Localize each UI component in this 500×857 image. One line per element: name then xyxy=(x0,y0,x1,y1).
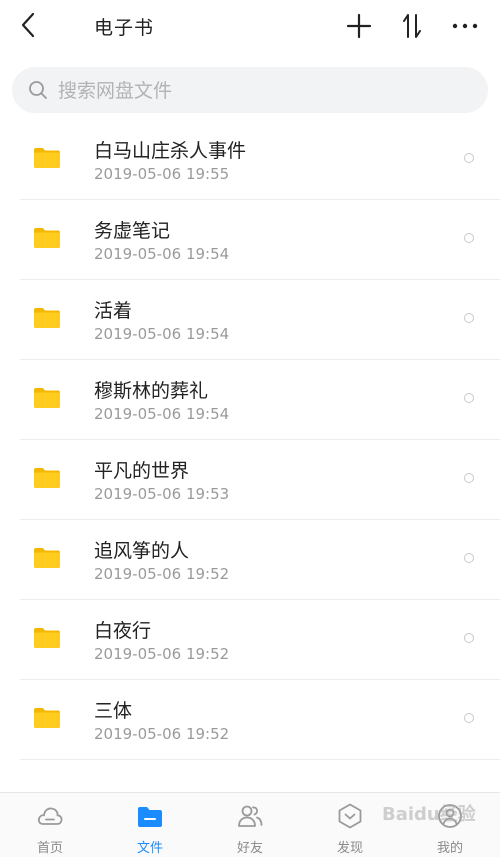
file-row[interactable]: 务虚笔记 2019-05-06 19:54 xyxy=(0,200,500,280)
search-input[interactable] xyxy=(56,76,480,106)
folder-icon xyxy=(34,148,60,168)
tab-label: 首页 xyxy=(36,841,63,856)
file-name: 活着 xyxy=(94,300,133,322)
back-icon[interactable] xyxy=(14,10,44,40)
file-date: 2019-05-06 19:54 xyxy=(94,405,230,423)
file-row[interactable]: 穆斯林的葬礼 2019-05-06 19:54 xyxy=(0,360,500,440)
friends-icon xyxy=(238,805,263,827)
tab-label: 文件 xyxy=(136,841,163,856)
folder-icon xyxy=(34,548,60,568)
select-radio[interactable] xyxy=(464,633,474,643)
search-icon xyxy=(29,81,47,99)
file-name: 白夜行 xyxy=(94,620,152,642)
select-radio[interactable] xyxy=(464,553,474,563)
file-name: 务虚笔记 xyxy=(94,220,171,242)
folder-icon xyxy=(34,388,60,408)
cloud-icon xyxy=(37,807,63,825)
folder-icon xyxy=(34,468,60,488)
select-radio[interactable] xyxy=(464,393,474,403)
folder-icon xyxy=(138,807,162,827)
folder-icon xyxy=(34,228,60,248)
plus-icon[interactable] xyxy=(343,10,375,42)
file-date: 2019-05-06 19:53 xyxy=(94,485,230,503)
file-row[interactable]: 追风筝的人 2019-05-06 19:52 xyxy=(0,520,500,600)
tab-home[interactable]: 首页 xyxy=(0,793,100,857)
select-radio[interactable] xyxy=(464,153,474,163)
folder-icon xyxy=(34,708,60,728)
file-date: 2019-05-06 19:54 xyxy=(94,325,230,343)
file-date: 2019-05-06 19:55 xyxy=(94,165,230,183)
tab-friends[interactable]: 好友 xyxy=(200,793,300,857)
search-bar xyxy=(12,67,488,113)
file-row[interactable]: 活着 2019-05-06 19:54 xyxy=(0,280,500,360)
tab-files[interactable]: 文件 xyxy=(100,793,200,857)
discover-icon xyxy=(338,803,362,829)
file-name: 平凡的世界 xyxy=(94,460,190,482)
file-date: 2019-05-06 19:52 xyxy=(94,565,230,583)
file-row[interactable]: 三体 2019-05-06 19:52 xyxy=(0,680,500,760)
file-name: 三体 xyxy=(94,700,133,722)
top-bar: 电子书 xyxy=(0,0,500,52)
page-title: 电子书 xyxy=(94,17,155,39)
folder-icon xyxy=(34,308,60,328)
file-name: 白马山庄杀人事件 xyxy=(94,140,247,162)
tab-label: 发现 xyxy=(336,841,363,856)
select-radio[interactable] xyxy=(464,473,474,483)
folder-icon xyxy=(34,628,60,648)
file-date: 2019-05-06 19:52 xyxy=(94,645,230,663)
select-radio[interactable] xyxy=(464,713,474,723)
tab-label: 我的 xyxy=(436,841,463,856)
file-row[interactable]: 白夜行 2019-05-06 19:52 xyxy=(0,600,500,680)
sort-icon[interactable] xyxy=(396,10,428,42)
more-icon[interactable] xyxy=(449,10,481,42)
file-row[interactable]: 平凡的世界 2019-05-06 19:53 xyxy=(0,440,500,520)
select-radio[interactable] xyxy=(464,233,474,243)
tab-label: 好友 xyxy=(236,841,263,856)
watermark: Baidu经验 xyxy=(382,804,476,825)
file-date: 2019-05-06 19:54 xyxy=(94,245,230,263)
file-name: 穆斯林的葬礼 xyxy=(94,380,209,402)
file-date: 2019-05-06 19:52 xyxy=(94,725,230,743)
file-row[interactable]: 白马山庄杀人事件 2019-05-06 19:55 xyxy=(0,120,500,200)
select-radio[interactable] xyxy=(464,313,474,323)
file-list: 白马山庄杀人事件 2019-05-06 19:55 务虚笔记 2019-05-06 1… xyxy=(0,120,500,760)
divider xyxy=(20,759,500,760)
file-name: 追风筝的人 xyxy=(94,540,190,562)
